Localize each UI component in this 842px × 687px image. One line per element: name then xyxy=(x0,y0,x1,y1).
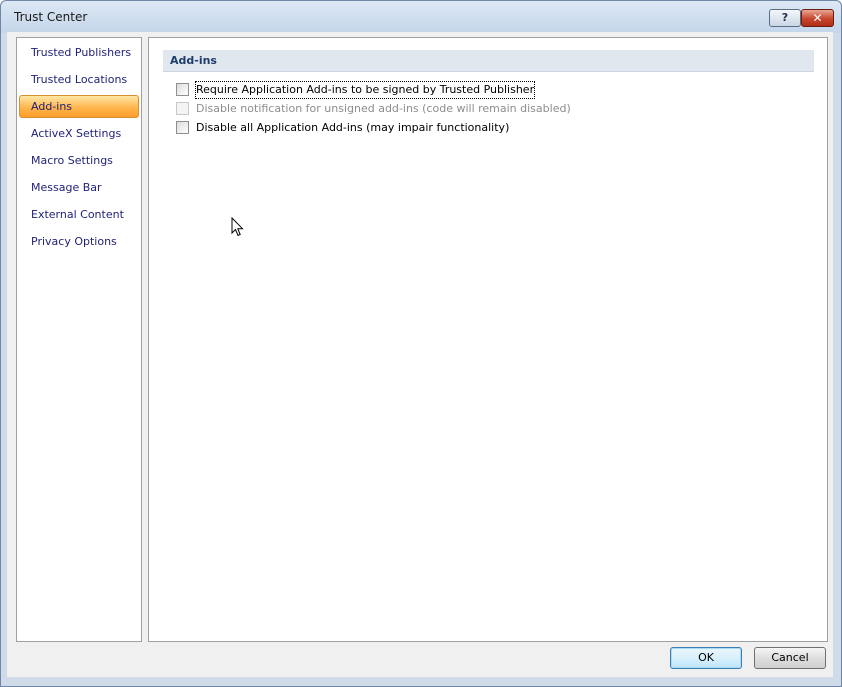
option-label-require-signed: Require Application Add-ins to be signed… xyxy=(194,81,536,99)
sidebar-item-add-ins[interactable]: Add-ins xyxy=(19,95,139,118)
checkbox-disable-all[interactable] xyxy=(176,121,189,134)
checkbox-disable-notification xyxy=(176,102,189,115)
cancel-button[interactable]: Cancel xyxy=(754,647,826,669)
sidebar-nav: Trusted Publishers Trusted Locations Add… xyxy=(16,37,142,642)
ok-button[interactable]: OK xyxy=(670,647,742,669)
option-label-disable-all: Disable all Application Add-ins (may imp… xyxy=(196,121,510,134)
checkbox-require-signed[interactable] xyxy=(176,83,189,96)
sidebar-item-macro-settings[interactable]: Macro Settings xyxy=(19,149,139,172)
option-label-disable-notification: Disable notification for unsigned add-in… xyxy=(196,102,571,115)
mouse-pointer-icon xyxy=(231,217,244,237)
sidebar-item-message-bar[interactable]: Message Bar xyxy=(19,176,139,199)
title-bar[interactable]: Trust Center ? ✕ xyxy=(1,1,841,33)
content-panel: Add-ins Require Application Add-ins to b… xyxy=(148,37,828,642)
sidebar-item-privacy-options[interactable]: Privacy Options xyxy=(19,230,139,253)
close-button[interactable]: ✕ xyxy=(801,9,834,27)
sidebar-item-external-content[interactable]: External Content xyxy=(19,203,139,226)
section-title: Add-ins xyxy=(163,50,814,72)
window-title: Trust Center xyxy=(14,10,88,24)
sidebar-item-trusted-locations[interactable]: Trusted Locations xyxy=(19,68,139,91)
help-button[interactable]: ? xyxy=(769,9,801,27)
sidebar-item-activex-settings[interactable]: ActiveX Settings xyxy=(19,122,139,145)
sidebar-item-trusted-publishers[interactable]: Trusted Publishers xyxy=(19,41,139,64)
